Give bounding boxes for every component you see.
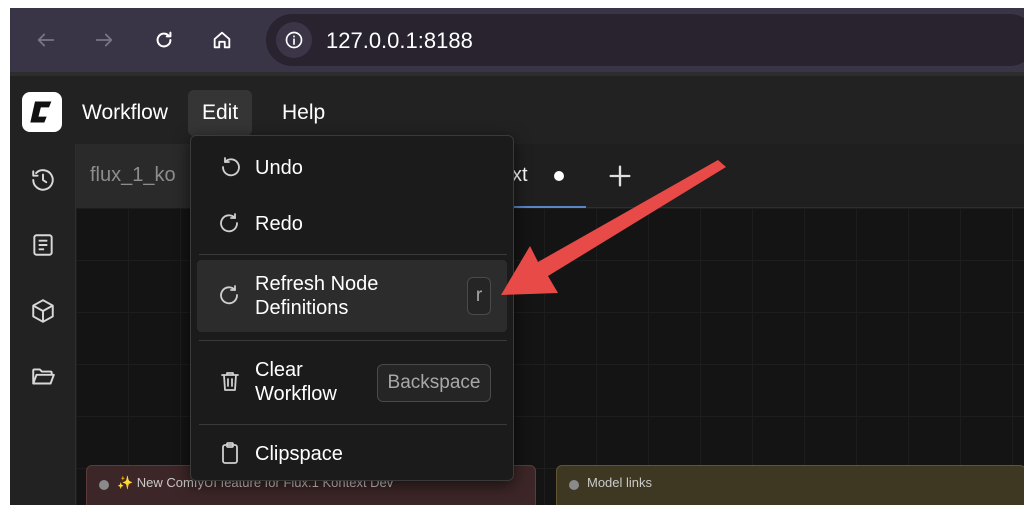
clipboard-icon bbox=[217, 440, 243, 466]
menu-item-redo[interactable]: Redo bbox=[197, 200, 507, 248]
cube-icon[interactable] bbox=[26, 294, 60, 328]
folder-open-icon[interactable] bbox=[26, 360, 60, 394]
menu-edit[interactable]: Edit bbox=[188, 90, 253, 136]
menu-item-label-line2: Workflow bbox=[255, 383, 337, 405]
group-dot-icon bbox=[569, 480, 579, 490]
left-sidebar bbox=[10, 144, 76, 505]
group-title: Model links bbox=[587, 475, 653, 490]
history-icon[interactable] bbox=[26, 163, 60, 197]
tab-workflow-active[interactable]: xt bbox=[506, 144, 586, 208]
menu-item-undo[interactable]: Undo bbox=[197, 144, 507, 192]
menu-item-clipspace[interactable]: Clipspace bbox=[197, 430, 507, 476]
shortcut-key-badge: r bbox=[467, 277, 491, 315]
site-info-icon[interactable] bbox=[276, 22, 312, 58]
menu-item-refresh-node-definitions[interactable]: Refresh Node Definitions r bbox=[197, 260, 507, 332]
reload-icon[interactable] bbox=[146, 22, 182, 58]
plus-icon[interactable] bbox=[604, 160, 636, 192]
menu-divider bbox=[199, 424, 507, 425]
menu-item-label: Clipspace bbox=[255, 443, 343, 465]
app-menubar: Workflow Edit Help bbox=[10, 72, 1024, 144]
comfy-logo-icon[interactable] bbox=[22, 92, 62, 132]
back-arrow-icon[interactable] bbox=[28, 22, 64, 58]
forward-arrow-icon[interactable] bbox=[86, 22, 122, 58]
tab-label: flux_1_ko bbox=[90, 164, 176, 186]
tab-workflow-1[interactable]: flux_1_ko bbox=[76, 144, 206, 208]
unsaved-dot-icon bbox=[554, 171, 564, 181]
menu-item-label: Undo bbox=[255, 157, 303, 179]
book-icon[interactable] bbox=[26, 228, 60, 262]
menu-item-label-line1: Clear bbox=[255, 359, 303, 381]
undo-icon bbox=[217, 155, 243, 181]
address-bar[interactable]: 127.0.0.1:8188 bbox=[266, 14, 1024, 66]
shortcut-key-badge: Backspace bbox=[377, 364, 491, 402]
tab-label: xt bbox=[512, 164, 528, 186]
menu-help[interactable]: Help bbox=[268, 90, 339, 136]
menu-workflow[interactable]: Workflow bbox=[68, 90, 182, 136]
redo-icon bbox=[217, 211, 243, 237]
trash-icon bbox=[217, 368, 243, 394]
edit-dropdown-menu: Undo Redo Refresh Node Definitions r Cle… bbox=[190, 135, 514, 481]
menu-divider bbox=[199, 254, 507, 255]
group-dot-icon bbox=[99, 480, 109, 490]
home-icon[interactable] bbox=[204, 22, 240, 58]
group-node-model-links[interactable]: Model links bbox=[556, 465, 1024, 505]
url-text[interactable]: 127.0.0.1:8188 bbox=[326, 28, 473, 54]
browser-toolbar: 127.0.0.1:8188 bbox=[10, 8, 1024, 72]
menu-item-label-line1: Refresh Node bbox=[255, 273, 379, 295]
app-window: 127.0.0.1:8188 Workflow Edit Help flux_1… bbox=[10, 8, 1024, 505]
refresh-icon bbox=[217, 283, 243, 309]
menu-item-clear-workflow[interactable]: Clear Workflow Backspace bbox=[197, 346, 507, 416]
menu-item-label: Redo bbox=[255, 213, 303, 235]
menu-item-label-line2: Definitions bbox=[255, 297, 349, 319]
menu-divider bbox=[199, 340, 507, 341]
